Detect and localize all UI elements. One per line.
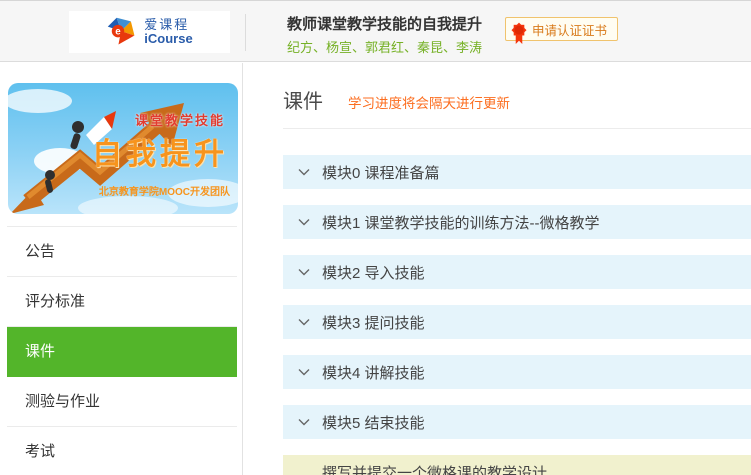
chevron-down-icon xyxy=(298,218,310,226)
module-row-3[interactable]: 模块3 提问技能 xyxy=(283,305,751,339)
banner-title: 自我提升 xyxy=(92,129,228,173)
sidebar-item-announcements[interactable]: 公告 xyxy=(7,227,237,277)
logo-name-en: iCourse xyxy=(144,32,192,46)
module-row-5[interactable]: 模块5 结束技能 xyxy=(283,405,751,439)
module-label: 模块4 讲解技能 xyxy=(322,362,425,383)
banner-subtitle: 课堂教学技能 xyxy=(135,110,225,129)
module-label: 模块2 导入技能 xyxy=(322,262,425,283)
sidebar: 课堂教学技能 自我提升 北京教育学院MOOC开发团队 公告 评分标准 课件 测验… xyxy=(0,63,243,475)
page: e 爱课程 iCourse 教师课堂教学技能的自我提升 纪方、杨宣、郭君红、秦昆… xyxy=(0,0,751,475)
apply-certificate-button[interactable]: 申请认证证书 xyxy=(505,17,618,41)
module-label: 模块3 提问技能 xyxy=(322,312,425,333)
instructor-names[interactable]: 纪方、杨宣、郭君红、秦昆、李涛 xyxy=(287,37,482,56)
logo-name-cn: 爱课程 xyxy=(144,18,192,32)
module-row-0[interactable]: 模块0 课程准备篇 xyxy=(283,155,751,189)
icourse-logo[interactable]: e 爱课程 iCourse xyxy=(69,11,230,53)
logo-text: 爱课程 iCourse xyxy=(144,18,192,45)
module-row-1[interactable]: 模块1 课堂教学技能的训练方法--微格教学 xyxy=(283,205,751,239)
module-label: 模块0 课程准备篇 xyxy=(322,162,440,183)
main-content: 课件 学习进度将会隔天进行更新 模块0 课程准备篇 模块1 课堂教学技能的训练方… xyxy=(244,63,751,475)
course-banner-image: 课堂教学技能 自我提升 北京教育学院MOOC开发团队 xyxy=(8,83,238,214)
svg-text:e: e xyxy=(116,27,122,38)
course-title: 教师课堂教学技能的自我提升 xyxy=(287,13,482,34)
page-title: 课件 xyxy=(283,85,323,114)
assignment-row[interactable]: 撰写并提交一个微格课的教学设计 xyxy=(283,455,751,475)
chevron-down-icon xyxy=(298,368,310,376)
module-row-4[interactable]: 模块4 讲解技能 xyxy=(283,355,751,389)
chevron-down-icon xyxy=(298,168,310,176)
module-row-2[interactable]: 模块2 导入技能 xyxy=(283,255,751,289)
assignment-label: 撰写并提交一个微格课的教学设计 xyxy=(322,462,547,475)
banner-team: 北京教育学院MOOC开发团队 xyxy=(99,183,230,198)
main-header: 课件 学习进度将会隔天进行更新 xyxy=(283,85,510,114)
apply-certificate-label: 申请认证证书 xyxy=(532,20,607,39)
pinwheel-icon: e xyxy=(106,16,138,48)
sidebar-item-courseware[interactable]: 课件 xyxy=(7,327,237,377)
sidebar-item-exams[interactable]: 考试 xyxy=(7,427,237,475)
chevron-down-icon xyxy=(298,418,310,426)
header-divider xyxy=(245,14,246,51)
sidebar-item-grading[interactable]: 评分标准 xyxy=(7,277,237,327)
module-label: 模块1 课堂教学技能的训练方法--微格教学 xyxy=(322,212,600,233)
chevron-down-icon xyxy=(298,318,310,326)
medal-icon xyxy=(510,21,528,45)
title-divider xyxy=(283,128,751,129)
header: e 爱课程 iCourse 教师课堂教学技能的自我提升 纪方、杨宣、郭君红、秦昆… xyxy=(0,0,751,62)
sidebar-menu: 公告 评分标准 课件 测验与作业 考试 xyxy=(7,226,237,475)
module-label: 模块5 结束技能 xyxy=(322,412,425,433)
progress-notice: 学习进度将会隔天进行更新 xyxy=(348,92,510,112)
module-list: 模块0 课程准备篇 模块1 课堂教学技能的训练方法--微格教学 模块2 导入技能… xyxy=(283,155,751,475)
sidebar-item-quizzes[interactable]: 测验与作业 xyxy=(7,377,237,427)
chevron-down-icon xyxy=(298,268,310,276)
